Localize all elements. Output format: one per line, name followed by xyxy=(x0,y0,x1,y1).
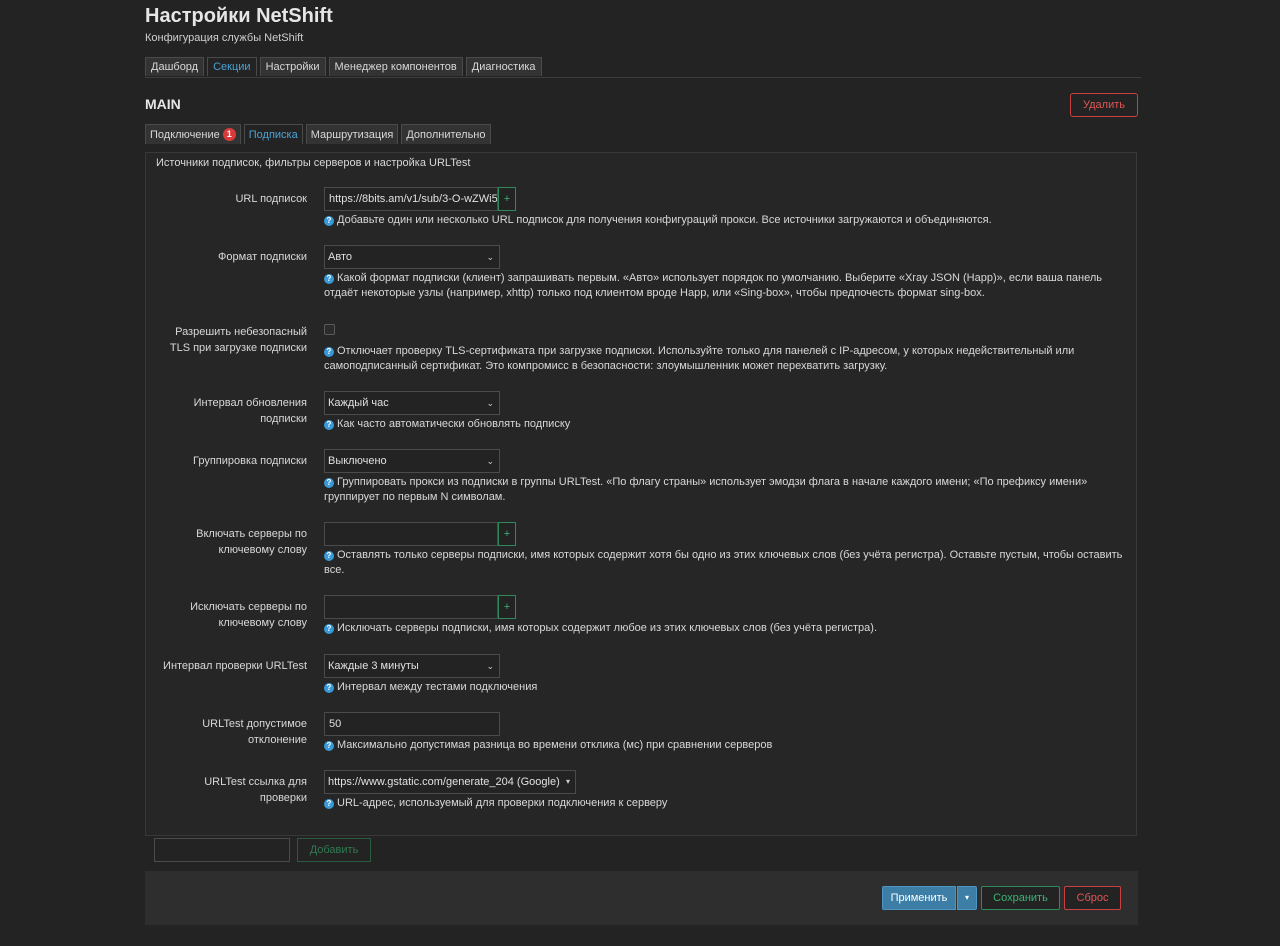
format-select[interactable]: Авто ⌄ xyxy=(324,245,500,269)
subtab-routing[interactable]: Маршрутизация xyxy=(305,124,399,144)
field-row-grouping: Группировка подписки Выключено ⌄ ? Группи… xyxy=(146,449,1136,503)
urltest-interval-value: Каждые 3 минуты xyxy=(328,660,419,672)
add-url-button[interactable]: + xyxy=(498,187,516,211)
chevron-down-icon: ⌄ xyxy=(486,252,494,262)
field-label: Включать серверы по ключевому слову xyxy=(196,528,307,556)
add-exclude-keyword-button[interactable]: + xyxy=(498,595,516,619)
help-icon: ? xyxy=(324,274,334,284)
field-label: URL подписок xyxy=(235,193,307,205)
plus-icon: + xyxy=(503,528,511,540)
section-subtabs: Подключение 1 Подписка Маршрутизация Доп… xyxy=(145,124,491,144)
help-text: Отключает проверку TLS-сертификата при з… xyxy=(324,345,1075,372)
check-url-value: https://www.gstatic.com/generate_204 (Go… xyxy=(328,776,560,788)
tolerance-input[interactable]: 50 xyxy=(324,712,500,736)
subtab-advanced[interactable]: Дополнительно xyxy=(401,124,491,144)
field-help: ? Добавьте один или несколько URL подписо… xyxy=(324,213,1124,228)
field-help: ? Исключать серверы подписки, имя которых… xyxy=(324,621,1124,636)
help-icon: ? xyxy=(324,216,334,226)
help-icon: ? xyxy=(324,683,334,693)
field-label: Интервал проверки URLTest xyxy=(163,660,307,672)
add-section-button[interactable]: Добавить xyxy=(297,838,371,862)
subtab-connection[interactable]: Подключение 1 xyxy=(145,124,241,144)
help-text: Как часто автоматически обновлять подпис… xyxy=(337,418,571,430)
help-text: Интервал между тестами подключения xyxy=(337,681,538,693)
action-footer: Применить ▾ Сохранить Сброс xyxy=(145,871,1138,925)
subscription-url-input[interactable]: https://8bits.am/v1/sub/3-O-wZWi5 xyxy=(324,187,498,211)
help-icon: ? xyxy=(324,420,334,430)
field-help: ? URL-адрес, используемый для проверки по… xyxy=(324,796,1124,811)
section-title: MAIN xyxy=(145,96,181,112)
field-help: ? Как часто автоматически обновлять подпи… xyxy=(324,417,1124,432)
chevron-down-icon: ⌄ xyxy=(486,456,494,466)
tab-settings[interactable]: Настройки xyxy=(259,57,326,76)
field-help: ? Какой формат подписки (клиент) запрашив… xyxy=(324,271,1124,301)
tab-component-manager[interactable]: Менеджер компонентов xyxy=(328,57,463,76)
format-select-value: Авто xyxy=(328,251,352,263)
main-tabs: Дашборд Секции Настройки Менеджер компон… xyxy=(145,57,542,76)
field-row-format: Формат подписки Авто ⌄ ? Какой формат под… xyxy=(146,245,1136,299)
field-label: URLTest ссылка для проверки xyxy=(204,776,307,804)
caret-down-icon: ▾ xyxy=(565,777,570,786)
apply-dropdown-button[interactable]: ▾ xyxy=(957,886,977,910)
grouping-select-value: Выключено xyxy=(328,455,387,467)
error-count-badge: 1 xyxy=(222,128,236,141)
exclude-keyword-input[interactable] xyxy=(324,595,498,619)
field-help: ? Интервал между тестами подключения xyxy=(324,680,1124,695)
tab-diagnostics[interactable]: Диагностика xyxy=(465,57,542,76)
help-icon: ? xyxy=(324,347,334,357)
subtab-connection-label: Подключение xyxy=(150,128,220,141)
help-text: Группировать прокси из подписки в группы… xyxy=(324,476,1088,503)
urltest-interval-select[interactable]: Каждые 3 минуты ⌄ xyxy=(324,654,500,678)
reset-button[interactable]: Сброс xyxy=(1064,886,1121,910)
field-label: URLTest допустимое отклонение xyxy=(202,718,307,746)
field-row-interval: Интервал обновления подписки Каждый час … xyxy=(146,391,1136,430)
subscription-panel: Источники подписок, фильтры серверов и н… xyxy=(145,152,1137,836)
chevron-down-icon: ⌄ xyxy=(486,398,494,408)
field-help: ? Максимально допустимая разница во време… xyxy=(324,738,1124,753)
field-label: Разрешить небезопасный TLS при загрузке … xyxy=(169,326,307,354)
help-icon: ? xyxy=(324,799,334,809)
field-row-urltest-interval: Интервал проверки URLTest Каждые 3 минут… xyxy=(146,654,1136,693)
help-icon: ? xyxy=(324,478,334,488)
insecure-tls-checkbox[interactable] xyxy=(324,324,335,335)
update-interval-value: Каждый час xyxy=(328,397,389,409)
plus-icon: + xyxy=(503,193,511,205)
panel-description: Источники подписок, фильтры серверов и н… xyxy=(156,157,471,169)
field-label: Формат подписки xyxy=(218,251,307,263)
grouping-select[interactable]: Выключено ⌄ xyxy=(324,449,500,473)
tabs-divider xyxy=(145,77,1141,78)
page-title: Настройки NetShift xyxy=(145,5,333,27)
subtab-subscription[interactable]: Подписка xyxy=(243,124,303,144)
help-text: Добавьте один или несколько URL подписок… xyxy=(337,214,992,226)
field-label: Группировка подписки xyxy=(192,455,307,467)
field-label: Исключать серверы по ключевому слову xyxy=(190,601,307,629)
tab-dashboard[interactable]: Дашборд xyxy=(145,57,205,76)
help-icon: ? xyxy=(324,741,334,751)
help-text: Оставлять только серверы подписки, имя к… xyxy=(324,549,1123,576)
plus-icon: + xyxy=(503,601,511,613)
save-button[interactable]: Сохранить xyxy=(981,886,1060,910)
add-include-keyword-button[interactable]: + xyxy=(498,522,516,546)
check-url-select[interactable]: https://www.gstatic.com/generate_204 (Go… xyxy=(324,770,576,794)
help-icon: ? xyxy=(324,551,334,561)
field-row-check-url: URLTest ссылка для проверки https://www.… xyxy=(146,770,1136,809)
include-keyword-input[interactable] xyxy=(324,522,498,546)
page-subtitle: Конфигурация службы NetShift xyxy=(145,32,304,44)
caret-down-icon: ▾ xyxy=(964,893,969,902)
field-help: ? Оставлять только серверы подписки, имя … xyxy=(324,548,1124,578)
new-section-name-input[interactable] xyxy=(154,838,290,862)
help-text: Какой формат подписки (клиент) запрашива… xyxy=(324,272,1102,299)
chevron-down-icon: ⌄ xyxy=(486,661,494,671)
field-label: Интервал обновления подписки xyxy=(193,397,307,425)
apply-button[interactable]: Применить xyxy=(882,886,956,910)
help-text: Исключать серверы подписки, имя которых … xyxy=(337,622,877,634)
field-help: ? Группировать прокси из подписки в групп… xyxy=(324,475,1124,505)
help-icon: ? xyxy=(324,624,334,634)
update-interval-select[interactable]: Каждый час ⌄ xyxy=(324,391,500,415)
tab-sections[interactable]: Секции xyxy=(207,57,257,76)
help-text: URL-адрес, используемый для проверки под… xyxy=(337,797,668,809)
help-text: Максимально допустимая разница во времен… xyxy=(337,739,773,751)
field-help: ? Отключает проверку TLS-сертификата при … xyxy=(324,344,1124,374)
delete-section-button[interactable]: Удалить xyxy=(1070,93,1138,117)
